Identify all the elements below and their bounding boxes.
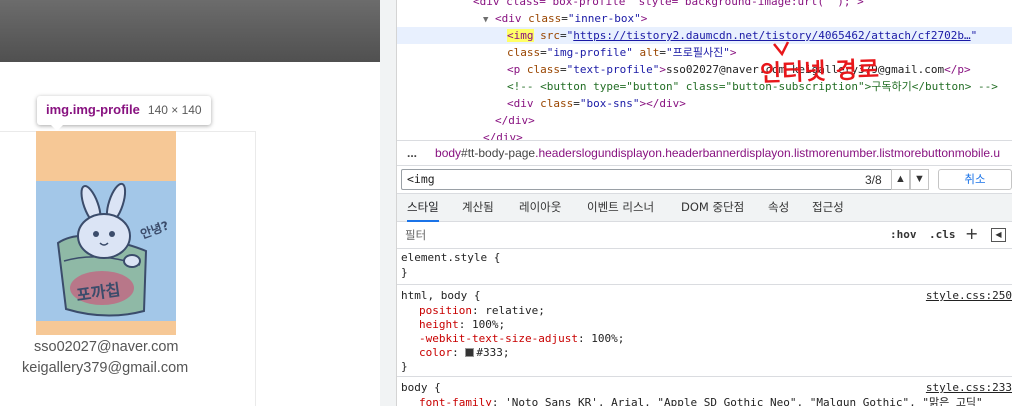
dom-close-tag: </div>: [483, 131, 523, 140]
rule-body-header: body { style.css:233: [401, 381, 1012, 395]
decl-prop: -webkit-text-size-adjust: [419, 332, 578, 345]
rule-close-brace: }: [401, 266, 408, 279]
decl-val: relative;: [485, 304, 545, 317]
blog-header-banner: [0, 0, 380, 62]
breadcrumb-id: #tt-body-page: [461, 146, 536, 160]
decl-prop: height: [419, 318, 459, 331]
dom-inner-box-class: inner-box: [574, 12, 635, 25]
dom-line-inner-box[interactable]: ▼ <div class="inner-box">: [483, 10, 647, 27]
dom-img-class-attr: class: [507, 46, 541, 59]
dom-close-tag: </div>: [495, 114, 535, 127]
dom-img-src-attr: src: [540, 29, 560, 42]
dom-img-alt-value: 프로필사진: [672, 46, 724, 59]
search-prev-button[interactable]: ▲: [891, 169, 910, 190]
decl-color[interactable]: color: #333;: [419, 346, 510, 360]
rule-html-body-header: html, body { style.css:250: [401, 289, 1012, 303]
tab-dom-breakpoints[interactable]: DOM 중단점: [681, 194, 744, 222]
dom-img-class-value: img-profile: [553, 46, 627, 59]
devtools-gutter: [380, 0, 397, 406]
rule-selector: body {: [401, 381, 441, 394]
class-toggle[interactable]: .cls: [929, 228, 956, 241]
profile-image[interactable]: 안녕? 포까칩: [36, 181, 176, 321]
rule-source-link[interactable]: style.css:250: [926, 289, 1012, 303]
decl-val: 100%;: [472, 318, 506, 331]
dom-search-bar: <img 3/8 ▲ ▼ 취소: [397, 166, 1012, 194]
decl-height[interactable]: height: 100%;: [419, 318, 505, 332]
hover-state-toggle[interactable]: :hov: [890, 228, 917, 241]
dom-search-input[interactable]: <img: [401, 169, 929, 190]
search-match-count: 3/8: [865, 173, 882, 187]
color-swatch-icon[interactable]: [465, 348, 475, 357]
new-rule-button[interactable]: +: [965, 224, 978, 243]
dom-line-box-profile[interactable]: <div class="box-profile" style="backgrou…: [473, 0, 864, 10]
rule-element-style[interactable]: element.style { }: [397, 249, 1012, 285]
decl-position[interactable]: position: relative;: [419, 304, 545, 318]
rule-html-body[interactable]: html, body { style.css:250 position: rel…: [397, 285, 1012, 377]
search-next-button[interactable]: ▼: [910, 169, 929, 190]
dom-line-img-selected[interactable]: <img src="https://tistory2.daumcdn.net/t…: [397, 27, 1012, 44]
decl-val: #333;: [476, 346, 510, 359]
decl-prop: font-family: [419, 396, 492, 406]
dom-line-comment[interactable]: <!-- <button type="button" class="button…: [507, 78, 998, 95]
tab-computed[interactable]: 계산됨: [462, 194, 494, 222]
tab-styles[interactable]: 스타일: [407, 194, 439, 222]
rule-source-link[interactable]: style.css:233: [926, 381, 1012, 395]
breadcrumb-classes: .headerslogundisplayon.headerbannerdispl…: [535, 146, 1001, 160]
breadcrumb-ellipsis[interactable]: ...: [407, 146, 417, 160]
styles-pane: element.style { } html, body { style.css…: [397, 249, 1012, 406]
tab-accessibility[interactable]: 접근성: [812, 194, 844, 222]
decl-val: 'Noto Sans KR', Arial, "Apple SD Gothic …: [505, 396, 983, 406]
profile-email-gmail: keigallery379@gmail.com: [22, 360, 189, 376]
dom-line-img-attrs[interactable]: class="img-profile" alt="프로필사진">: [507, 44, 736, 61]
annotation-arrow-icon: [773, 41, 790, 57]
toggle-sidebar-icon[interactable]: ◀: [991, 228, 1006, 242]
dom-img-tag-match: <img: [507, 29, 534, 42]
element-style-selector: element.style {: [401, 251, 501, 264]
decl-prop: position: [419, 304, 472, 317]
dom-comment: <!-- <button type="button" class="button…: [507, 80, 998, 93]
elements-dom-tree[interactable]: <div class="box-profile" style="backgrou…: [397, 0, 1012, 140]
decl-val: 100%;: [591, 332, 625, 345]
dom-img-alt-attr: alt: [639, 46, 660, 59]
decl-font-family[interactable]: font-family: 'Noto Sans KR', Arial, "App…: [419, 396, 983, 406]
profile-email-naver: sso02027@naver.com: [34, 339, 179, 355]
tab-event-listeners[interactable]: 이벤트 리스너: [587, 194, 654, 222]
rule-body[interactable]: body { style.css:233 font-family: 'Noto …: [397, 377, 1012, 406]
dom-line-close-outer[interactable]: </div>: [483, 129, 523, 140]
tooltip-selector: img.img-profile: [46, 102, 140, 117]
dom-breadcrumb[interactable]: ... body#tt-body-page.headerslogundisplay…: [397, 140, 1012, 166]
dom-line-close-inner[interactable]: </div>: [495, 112, 535, 129]
tab-properties[interactable]: 속성: [768, 194, 789, 222]
dom-p-class-value: text-profile: [573, 63, 653, 76]
styles-filter-bar: 필터 :hov .cls + ◀: [397, 222, 1012, 249]
tooltip-dimensions: 140 × 140: [147, 103, 202, 117]
collapse-arrow-icon[interactable]: ▼: [483, 15, 488, 25]
styles-tab-bar: 스타일 계산됨 레이아웃 이벤트 리스너 DOM 중단점 속성 접근성: [397, 194, 1012, 222]
dom-box-sns-class: box-sns: [586, 97, 633, 110]
rule-close-brace: }: [401, 360, 408, 373]
decl-text-size-adjust[interactable]: -webkit-text-size-adjust: 100%;: [419, 332, 624, 346]
dom-line-text-profile[interactable]: <p class="text-profile">sso02027@naver.c…: [507, 61, 971, 78]
element-inspect-tooltip: img.img-profile 140 × 140: [37, 96, 211, 131]
rule-selector: html, body {: [401, 289, 481, 302]
dom-box-profile-tag: <div class="box-profile" style="backgrou…: [473, 0, 864, 8]
search-cancel-button[interactable]: 취소: [938, 169, 1012, 190]
tab-layout[interactable]: 레이아웃: [519, 194, 561, 222]
dom-line-box-sns[interactable]: <div class="box-sns"></div>: [507, 95, 686, 112]
styles-filter-input[interactable]: 필터: [405, 227, 426, 243]
breadcrumb-tag[interactable]: body: [435, 146, 461, 160]
decl-prop: color: [419, 346, 453, 359]
annotation-text: 인터넷 경로: [759, 56, 881, 88]
